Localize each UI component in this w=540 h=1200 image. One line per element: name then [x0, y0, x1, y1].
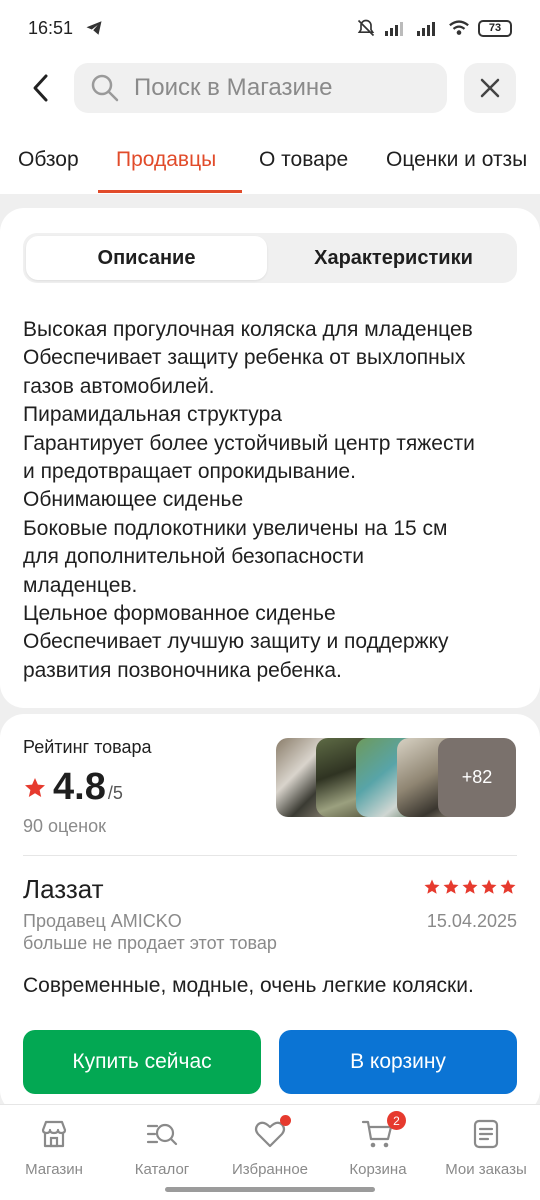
description-line: развития позвоночника ребенка.: [23, 658, 342, 682]
catalog-search-icon: [146, 1123, 178, 1146]
more-photos-button[interactable]: +82: [438, 738, 516, 817]
chevron-left-icon: [33, 74, 48, 102]
nav-shop-label: Магазин: [25, 1161, 83, 1178]
nav-catalog[interactable]: Каталог: [108, 1117, 216, 1178]
nav-shop[interactable]: Магазин: [0, 1117, 108, 1178]
nav-cart-label: Корзина: [349, 1161, 407, 1178]
cart-badge: 2: [387, 1111, 406, 1130]
search-input[interactable]: Поиск в Магазине: [74, 63, 447, 113]
rating-value: 4.8: [53, 766, 106, 808]
battery-indicator: 73: [478, 19, 512, 37]
star-icon: [25, 777, 45, 797]
buy-now-button[interactable]: Купить сейчас: [23, 1030, 261, 1094]
divider: [23, 855, 517, 856]
back-button[interactable]: [16, 63, 66, 113]
segmented-control: Описание Характеристики: [23, 233, 517, 283]
description-line: Гарантирует более устойчивый центр тяжес…: [23, 431, 475, 455]
description-line: Цельное формованное сиденье: [23, 602, 336, 626]
review-date: 15.04.2025: [426, 911, 517, 931]
seller-note: больше не продает этот товар: [23, 933, 277, 953]
rating-label: Рейтинг товара: [23, 737, 152, 757]
signal-icon: [385, 22, 403, 36]
nav-favorites-label: Избранное: [231, 1161, 309, 1178]
segment-specs[interactable]: Характеристики: [273, 236, 514, 280]
wifi-icon: [449, 20, 469, 35]
star-icon: [500, 879, 516, 894]
nav-cart[interactable]: 2 Корзина: [324, 1111, 432, 1178]
bottom-nav: Магазин Каталог Избранное 2 Корзина Мои …: [0, 1104, 540, 1200]
description-line: Пирамидальная структура: [23, 403, 282, 427]
signal-icon-2: [417, 22, 435, 36]
favorites-badge-dot: [280, 1115, 291, 1126]
orders-icon: [473, 1119, 499, 1149]
star-icon: [424, 879, 440, 894]
telegram-icon: [86, 21, 102, 35]
status-bar: 16:51 73: [0, 0, 540, 56]
tab-sellers[interactable]: Продавцы: [116, 148, 216, 172]
description-line: и предотвращает опрокидывание.: [23, 460, 356, 484]
nav-favorites[interactable]: Избранное: [216, 1115, 324, 1178]
rating-max: /5: [107, 783, 123, 803]
tab-bar: Обзор Продавцы О товаре Оценки и отзы: [0, 120, 540, 194]
nav-orders[interactable]: Мои заказы: [432, 1117, 540, 1178]
star-icon: [443, 879, 459, 894]
search-placeholder: Поиск в Магазине: [134, 74, 333, 101]
description-line: Высокая прогулочная коляска для младенце…: [23, 318, 473, 341]
segment-description[interactable]: Описание: [26, 236, 267, 280]
top-bar: Поиск в Магазине: [0, 56, 540, 120]
description-line: Обеспечивает лучшую защиту и поддержку: [23, 630, 449, 654]
review-seller: Продавец AMICKO: [23, 911, 182, 931]
mute-icon: [357, 19, 375, 37]
tab-about[interactable]: О товаре: [259, 148, 348, 172]
nav-catalog-label: Каталог: [134, 1161, 190, 1178]
description-line: газов автомобилей.: [23, 374, 215, 398]
close-button[interactable]: [464, 63, 516, 113]
store-icon: [41, 1120, 67, 1148]
tab-reviews[interactable]: Оценки и отзы: [386, 148, 527, 172]
search-icon: [91, 74, 119, 102]
star-icon: [462, 879, 478, 894]
home-indicator[interactable]: [165, 1187, 375, 1192]
description-text: Высокая прогулочная коляска для младенце…: [23, 316, 523, 685]
add-to-cart-button[interactable]: В корзину: [279, 1030, 517, 1094]
review-text: Современные, модные, очень легкие коляск…: [23, 974, 474, 997]
description-card: Описание Характеристики Высокая прогулоч…: [0, 208, 540, 708]
review-stars: [423, 878, 517, 896]
rating-summary: 4.8 /5: [23, 766, 123, 809]
description-line: Обеспечивает защиту ребенка от выхлопных: [23, 346, 466, 370]
description-line: младенцев.: [23, 573, 138, 597]
star-icon: [481, 879, 497, 894]
description-line: Боковые подлокотники увеличены на 15 см: [23, 516, 448, 540]
review-photos[interactable]: +82: [276, 738, 517, 817]
status-time: 16:51: [28, 17, 74, 38]
tab-overview[interactable]: Обзор: [18, 148, 79, 172]
close-icon: [480, 78, 500, 98]
rating-count: 90 оценок: [23, 816, 106, 836]
active-tab-indicator: [98, 190, 242, 193]
nav-orders-label: Мои заказы: [445, 1161, 527, 1178]
description-line: Обнимающее сиденье: [23, 488, 244, 512]
description-line: для дополнительной безопасности: [23, 545, 364, 569]
reviewer-name: Лаззат: [23, 874, 104, 904]
